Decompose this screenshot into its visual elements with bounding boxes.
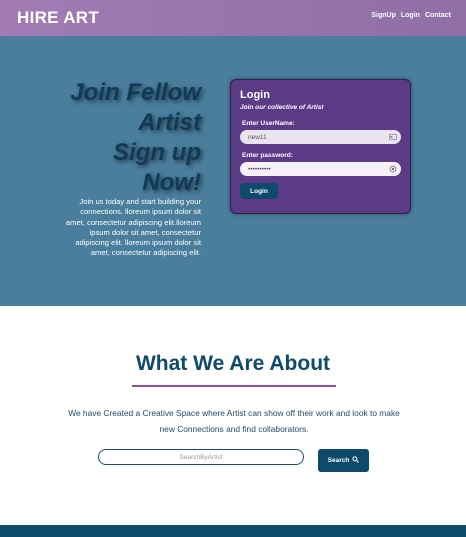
footer-bar bbox=[0, 525, 466, 537]
title-underline bbox=[132, 385, 336, 387]
about-description: We have Created a Creative Space where A… bbox=[68, 408, 400, 434]
nav-contact[interactable]: Contact bbox=[425, 12, 451, 19]
password-field[interactable] bbox=[240, 162, 401, 176]
hero-title-line: Now! bbox=[142, 169, 201, 196]
hero-title-line: Artist bbox=[138, 109, 201, 136]
login-subtitle: Join our collective of Artist bbox=[240, 104, 324, 111]
search-button-label: Search bbox=[327, 457, 350, 464]
top-nav: SignUp Login Contact bbox=[371, 12, 451, 19]
username-label: Enter UserName: bbox=[242, 120, 295, 127]
password-label: Enter password: bbox=[242, 152, 293, 159]
top-header: HIRE ART SignUp Login Contact bbox=[0, 0, 466, 36]
brand-logo[interactable]: HIRE ART bbox=[17, 8, 99, 28]
hero-title-line: Sign up bbox=[113, 139, 201, 166]
hero-title: Join Fellow Artist Sign up Now! bbox=[1, 78, 201, 198]
magnifier-icon bbox=[352, 456, 360, 465]
eye-icon[interactable] bbox=[389, 165, 397, 173]
password-input[interactable] bbox=[248, 162, 378, 176]
id-card-icon bbox=[389, 133, 397, 141]
nav-login[interactable]: Login bbox=[401, 12, 420, 19]
login-title: Login bbox=[240, 89, 270, 101]
nav-signup[interactable]: SignUp bbox=[371, 12, 396, 19]
username-field[interactable] bbox=[240, 130, 401, 144]
hero-title-line: Join Fellow bbox=[70, 79, 201, 106]
search-button[interactable]: Search bbox=[318, 449, 369, 472]
about-title: What We Are About bbox=[135, 352, 331, 375]
username-input[interactable] bbox=[248, 130, 378, 144]
hero-section: Join Fellow Artist Sign up Now! Join us … bbox=[0, 36, 466, 306]
login-button[interactable]: Login bbox=[240, 183, 278, 199]
login-card: Login Join our collective of Artist Ente… bbox=[230, 79, 411, 214]
hero-description: Join us today and start building your co… bbox=[65, 197, 201, 258]
artist-search-input[interactable] bbox=[98, 449, 304, 465]
